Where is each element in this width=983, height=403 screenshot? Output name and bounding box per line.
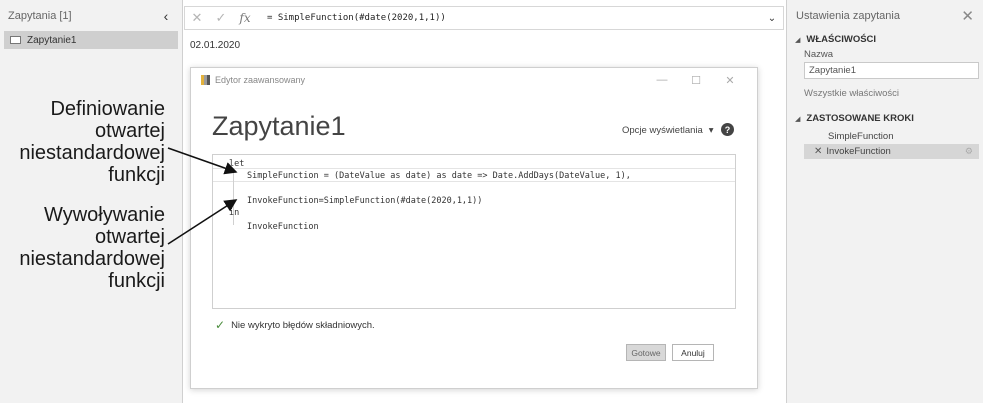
query-item-label: Zapytanie1: [27, 34, 77, 46]
annotation-definition: Definiowanie otwartej niestandardowej funkc…: [19, 98, 165, 186]
queries-pane: Zapytania [1] ‹ Zapytanie1: [0, 0, 183, 403]
cancel-formula-icon[interactable]: ✕: [185, 10, 209, 26]
query-settings-header: Ustawienia zapytania ✕: [787, 0, 983, 31]
syntax-status-text: Nie wykryto błędów składniowych.: [231, 319, 375, 331]
check-icon: ✓: [215, 318, 226, 332]
collapse-triangle-icon: ◢: [795, 36, 801, 44]
done-button[interactable]: Gotowe: [626, 344, 666, 361]
formula-bar: ✕ ✓ fx = SimpleFunction(#date(2020,1,1))…: [184, 6, 784, 30]
code-editor[interactable]: let SimpleFunction = (DateValue as date)…: [212, 154, 736, 309]
delete-step-icon[interactable]: ✕: [814, 146, 822, 157]
formula-input[interactable]: = SimpleFunction(#date(2020,1,1)): [267, 13, 761, 23]
properties-section-header[interactable]: ◢ WŁAŚCIWOŚCI: [787, 34, 983, 45]
cancel-button[interactable]: Anuluj: [672, 344, 714, 361]
dialog-titlebar: Edytor zaawansowany — ☐ ✕: [191, 68, 757, 92]
fx-icon[interactable]: fx: [233, 11, 257, 25]
help-icon[interactable]: ?: [721, 123, 734, 136]
dialog-heading: Zapytanie1: [212, 111, 346, 141]
step-invokefunction[interactable]: ✕ InvokeFunction ⚙: [804, 144, 979, 159]
all-properties-link[interactable]: Wszystkie właściwości: [804, 88, 983, 99]
queries-pane-title: Zapytania [1]: [8, 9, 72, 22]
advanced-editor-dialog: Edytor zaawansowany — ☐ ✕ Zapytanie1 Opc…: [190, 67, 758, 389]
query-settings-pane: Ustawienia zapytania ✕ ◢ WŁAŚCIWOŚCI Naz…: [786, 0, 983, 403]
chevron-down-icon: ▾: [708, 125, 714, 136]
code-line-3: InvokeFunction: [247, 222, 319, 232]
minimize-icon[interactable]: —: [645, 74, 679, 86]
properties-header: WŁAŚCIWOŚCI: [806, 34, 877, 45]
power-query-icon: [201, 75, 210, 85]
close-icon[interactable]: ✕: [713, 74, 747, 87]
annotation-definition-text: Definiowanie otwartej niestandardowej funkc…: [19, 98, 165, 186]
queries-pane-header: Zapytania [1] ‹: [0, 0, 182, 31]
code-line-1: SimpleFunction = (DateValue as date) as …: [247, 171, 631, 181]
dialog-window-title: Edytor zaawansowany: [215, 75, 306, 85]
code-in: in: [229, 208, 240, 218]
annotation-invocation-text: Wywoływanie otwartej niestandardowej funkcj…: [19, 204, 165, 292]
collapse-triangle-icon: ◢: [795, 115, 801, 123]
applied-steps-header: ZASTOSOWANE KROKI: [806, 113, 914, 124]
preview-value: 02.01.2020: [190, 40, 241, 51]
applied-steps-list: SimpleFunction ✕ InvokeFunction ⚙: [804, 129, 979, 159]
syntax-status: ✓ Nie wykryto błędów składniowych.: [215, 318, 375, 332]
code-let: let: [229, 159, 245, 169]
step-label: SimpleFunction: [828, 131, 894, 142]
step-simplefunction[interactable]: SimpleFunction: [804, 129, 979, 144]
query-settings-title: Ustawienia zapytania: [796, 9, 900, 22]
step-label: InvokeFunction: [826, 146, 891, 157]
annotation-invocation: Wywoływanie otwartej niestandardowej funkcj…: [19, 204, 165, 292]
close-icon[interactable]: ✕: [961, 7, 974, 25]
query-item-zapytanie1[interactable]: Zapytanie1: [4, 31, 178, 49]
applied-steps-section-header[interactable]: ◢ ZASTOSOWANE KROKI: [787, 113, 983, 124]
display-options-dropdown[interactable]: Opcje wyświetlania ▾: [622, 125, 714, 136]
code-line-2: InvokeFunction=SimpleFunction(#date(2020…: [247, 196, 483, 206]
maximize-icon[interactable]: ☐: [679, 74, 713, 87]
name-label: Nazwa: [804, 49, 834, 60]
query-name-input[interactable]: Zapytanie1: [804, 62, 979, 79]
display-options-label: Opcje wyświetlania: [622, 125, 703, 136]
collapse-pane-icon[interactable]: ‹: [158, 8, 174, 24]
table-icon: [10, 36, 21, 44]
commit-formula-icon[interactable]: ✓: [209, 10, 233, 26]
expand-formula-icon[interactable]: ⌄: [761, 13, 783, 24]
gear-icon[interactable]: ⚙: [965, 146, 973, 157]
